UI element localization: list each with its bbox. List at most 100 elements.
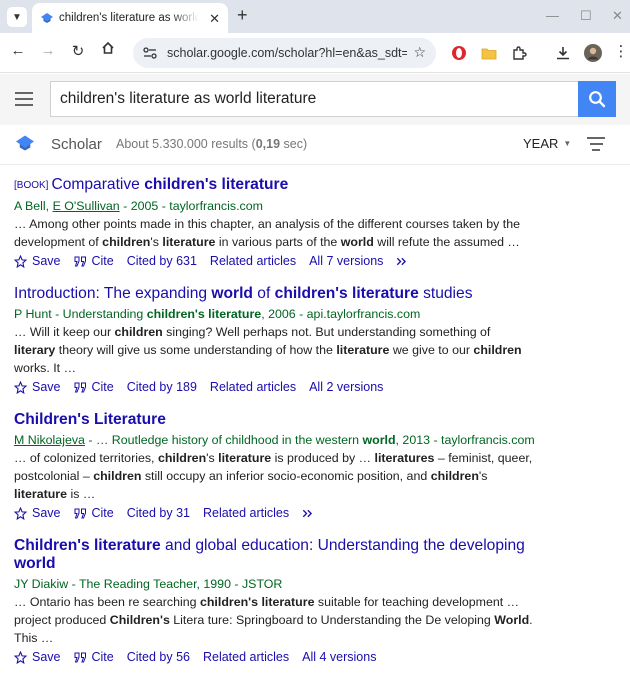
author-link[interactable]: M Nikolajeva (14, 433, 85, 447)
browser-menu-icon[interactable]: ⋮ (611, 42, 630, 60)
cite-label: Cite (91, 650, 114, 664)
save-button[interactable]: Save (14, 380, 61, 394)
cited-by-link[interactable]: Cited by 31 (127, 506, 190, 520)
cited-by-link[interactable]: Cited by 189 (127, 380, 197, 394)
window-close-icon[interactable]: ✕ (612, 8, 623, 24)
result-snippet: … Ontario has been re searching children… (14, 593, 534, 647)
cited-by-link[interactable]: Cited by 631 (127, 254, 197, 268)
scholar-logo-icon[interactable] (16, 135, 34, 151)
browser-tab[interactable]: children's literature as world literatur… (32, 3, 228, 33)
hamburger-menu-icon[interactable] (15, 92, 33, 110)
result-title-link[interactable]: Introduction: The expanding world of chi… (14, 285, 534, 303)
more-actions-button[interactable] (302, 508, 320, 519)
search-button[interactable] (578, 81, 616, 117)
cite-button[interactable]: Cite (74, 380, 114, 394)
save-button[interactable]: Save (14, 506, 61, 520)
cite-button[interactable]: Cite (74, 650, 114, 664)
result-actions: Save Cite Cited by 189 Related articles All … (14, 380, 534, 394)
star-icon (14, 380, 27, 394)
author-text: JY Diakiw - The Reading Teacher, 1990 - … (14, 577, 283, 591)
snippet-text: children (473, 343, 522, 357)
close-icon[interactable]: ✕ (209, 11, 220, 27)
author-text: children's literature (146, 307, 262, 321)
star-icon (14, 650, 27, 664)
snippet-text: children (93, 469, 142, 483)
maximize-icon[interactable]: ☐ (580, 8, 592, 24)
minimize-icon[interactable]: — (546, 8, 559, 23)
title-text: and global education: Understanding the … (160, 537, 525, 554)
folder-extension-icon[interactable] (479, 43, 499, 63)
result-snippet: … Will it keep our children singing? Wel… (14, 323, 534, 377)
related-articles-link[interactable]: Related articles (210, 380, 296, 394)
result-actions: Save Cite Cited by 631 Related articles All … (14, 254, 534, 268)
scholar-subbar: Scholar About 5.330.000 results (0,19 se… (0, 125, 630, 165)
tab-search-button[interactable]: ▼ (7, 7, 27, 27)
download-icon[interactable] (553, 43, 573, 63)
filter-options-icon[interactable] (587, 137, 605, 155)
reload-icon[interactable]: ↻ (68, 42, 88, 60)
author-text: A Bell, (14, 199, 53, 213)
all-versions-link[interactable]: All 4 versions (302, 650, 376, 664)
back-arrow-icon[interactable]: ← (8, 42, 28, 59)
author-link[interactable]: E O'Sullivan (53, 199, 120, 213)
search-icon (589, 91, 606, 108)
opera-extension-icon[interactable] (449, 43, 469, 63)
cite-button[interactable]: Cite (74, 254, 114, 268)
related-articles-link[interactable]: Related articles (210, 254, 296, 268)
related-articles-link[interactable]: Related articles (203, 650, 289, 664)
results-list: [BOOK] Comparative children's literature A… (14, 176, 535, 680)
result-authors: JY Diakiw - The Reading Teacher, 1990 - … (14, 576, 534, 592)
related-articles-link[interactable]: Related articles (203, 506, 289, 520)
author-text: - 2005 - taylorfrancis.com (119, 199, 263, 213)
title-text: studies (418, 285, 473, 302)
scholar-brand[interactable]: Scholar (51, 136, 102, 153)
title-text: Comparative (51, 176, 145, 193)
star-icon (14, 254, 27, 268)
browser-tab-bar: ▼ children's literature as world literat… (0, 0, 630, 33)
snippet-text: 's (478, 469, 488, 483)
save-label: Save (32, 506, 61, 520)
result-type-tag: [BOOK] (14, 180, 49, 191)
snippet-text: we give to our (389, 343, 474, 357)
save-button[interactable]: Save (14, 254, 61, 268)
snippet-text: Litera ture: Springboard to Understandin… (169, 613, 495, 627)
author-text: , 2006 - api.taylorfrancis.com (261, 307, 421, 321)
author-text: P Hunt - Understanding (14, 307, 147, 321)
bookmark-star-icon[interactable]: ☆ (413, 44, 426, 61)
quote-icon (74, 508, 86, 518)
profile-avatar-icon[interactable] (583, 43, 603, 63)
scholar-header (0, 74, 630, 125)
home-icon[interactable] (98, 41, 118, 59)
cite-label: Cite (91, 254, 114, 268)
results-count: About 5.330.000 results (0,19 sec) (116, 137, 308, 151)
result-title-link[interactable]: [BOOK] Comparative children's literature (14, 176, 534, 195)
scholar-favicon-icon (41, 13, 53, 23)
result-title-link[interactable]: Children's Literature (14, 411, 534, 429)
more-actions-button[interactable] (396, 256, 414, 267)
search-input[interactable] (50, 81, 578, 117)
all-versions-link[interactable]: All 2 versions (309, 380, 383, 394)
site-settings-icon[interactable] (143, 47, 157, 59)
save-button[interactable]: Save (14, 650, 61, 664)
double-chevron-right-icon (397, 257, 407, 265)
all-versions-link[interactable]: All 7 versions (309, 254, 383, 268)
address-bar[interactable]: scholar.google.com/scholar?hl=en&as_sdt=… (133, 38, 436, 68)
snippet-text: World (494, 613, 530, 627)
new-tab-icon[interactable]: + (237, 5, 248, 26)
cite-label: Cite (91, 380, 114, 394)
cited-by-link[interactable]: Cited by 56 (127, 650, 190, 664)
result-title-link[interactable]: Children's literature and global educati… (14, 537, 534, 573)
extensions-puzzle-icon[interactable] (509, 43, 529, 63)
snippet-text: 's (150, 235, 163, 249)
forward-arrow-icon[interactable]: → (38, 42, 58, 59)
snippet-text: literature (14, 487, 68, 501)
star-icon (14, 506, 27, 520)
year-filter-dropdown[interactable]: YEAR ▼ (523, 136, 571, 151)
title-text: children's literature (144, 176, 289, 193)
result-authors: P Hunt - Understanding children's litera… (14, 306, 534, 322)
chevron-down-icon: ▼ (12, 11, 22, 23)
cite-button[interactable]: Cite (74, 506, 114, 520)
quote-icon (74, 382, 86, 392)
quote-icon (74, 256, 86, 266)
snippet-text: is … (67, 487, 96, 501)
